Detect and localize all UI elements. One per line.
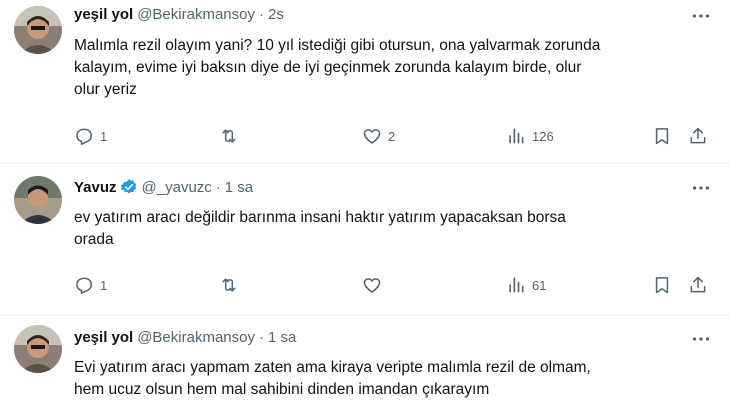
more-icon[interactable] <box>690 5 712 27</box>
bookmark-icon <box>655 128 669 145</box>
tweet-time[interactable]: 1 sa <box>268 329 296 346</box>
reply-button[interactable]: 1 <box>74 124 107 148</box>
tweet-time[interactable]: 2s <box>268 6 284 23</box>
tweet-3[interactable]: yeşil yol @Bekirakmansoy · 1 sa Evi yatı… <box>0 316 730 420</box>
reply-count: 1 <box>100 128 108 144</box>
avatar[interactable] <box>14 6 62 54</box>
separator-dot: · <box>258 6 264 23</box>
views-button[interactable]: 126 <box>506 124 554 148</box>
tweet-text-line: kalayım, evime iyi baksın diye de iyi ge… <box>74 59 582 76</box>
action-bar: 1 61 <box>74 273 714 297</box>
tweet-text-line: olur yeriz <box>74 81 137 98</box>
reply-icon <box>76 277 92 294</box>
tweet-2[interactable]: Yavuz @_yavuzc · 1 sa ev yatırım aracı d… <box>0 164 730 316</box>
heart-icon <box>363 129 381 144</box>
separator-dot: · <box>258 329 264 346</box>
tweet-text-line: orada <box>74 231 114 248</box>
like-button[interactable]: 2 <box>362 124 395 148</box>
retweet-button[interactable] <box>219 124 239 148</box>
author-handle[interactable]: @Bekirakmansoy <box>137 329 255 346</box>
bookmark-button[interactable] <box>652 273 672 297</box>
verified-badge-icon <box>120 178 138 196</box>
share-icon <box>690 127 706 144</box>
reply-count: 1 <box>100 277 108 293</box>
heart-icon <box>363 278 381 293</box>
share-icon <box>690 276 706 293</box>
author-name[interactable]: Yavuz <box>74 179 117 196</box>
author-handle[interactable]: @_yavuzc <box>142 179 212 196</box>
views-button[interactable]: 61 <box>506 273 546 297</box>
author-name[interactable]: yeşil yol <box>74 329 133 346</box>
bookmark-icon <box>655 277 669 294</box>
tweet-text-line: ev yatırım aracı değildir barınma insani… <box>74 209 566 226</box>
tweet-text-line: hem ucuz olsun hem mal sahibini dinden i… <box>74 381 490 398</box>
share-button[interactable] <box>688 273 708 297</box>
like-count: 2 <box>388 128 396 144</box>
avatar[interactable] <box>14 325 62 373</box>
more-icon[interactable] <box>690 177 712 199</box>
author-handle[interactable]: @Bekirakmansoy <box>137 6 255 23</box>
action-bar: 1 2 126 <box>74 124 714 148</box>
share-button[interactable] <box>688 124 708 148</box>
views-icon <box>509 128 524 144</box>
tweet-header: yeşil yol @Bekirakmansoy · 2s <box>74 6 284 23</box>
bookmark-button[interactable] <box>652 124 672 148</box>
retweet-button[interactable] <box>219 273 239 297</box>
tweet-text-line: Malımla rezil olayım yani? 10 yıl istedi… <box>74 37 601 54</box>
tweet-header: yeşil yol @Bekirakmansoy · 1 sa <box>74 329 296 346</box>
tweet-text: Evi yatırım aracı yapmam zaten ama kiray… <box>74 357 714 401</box>
reply-button[interactable]: 1 <box>74 273 107 297</box>
separator-dot: · <box>215 178 221 196</box>
tweet-header: Yavuz @_yavuzc · 1 sa <box>74 178 253 196</box>
views-count: 126 <box>532 128 554 144</box>
reply-icon <box>76 128 92 145</box>
tweet-text-line: Evi yatırım aracı yapmam zaten ama kiray… <box>74 359 591 376</box>
tweet-time[interactable]: 1 sa <box>225 179 253 196</box>
tweet-1[interactable]: yeşil yol @Bekirakmansoy · 2s Malımla re… <box>0 0 730 164</box>
views-count: 61 <box>532 277 547 293</box>
more-icon[interactable] <box>690 328 712 350</box>
author-name[interactable]: yeşil yol <box>74 6 133 23</box>
tweet-text: ev yatırım aracı değildir barınma insani… <box>74 207 714 251</box>
retweet-icon <box>222 278 236 292</box>
retweet-icon <box>222 129 236 143</box>
views-icon <box>509 277 524 293</box>
tweet-text: Malımla rezil olayım yani? 10 yıl istedi… <box>74 35 714 101</box>
like-button[interactable] <box>362 273 382 297</box>
avatar[interactable] <box>14 176 62 224</box>
